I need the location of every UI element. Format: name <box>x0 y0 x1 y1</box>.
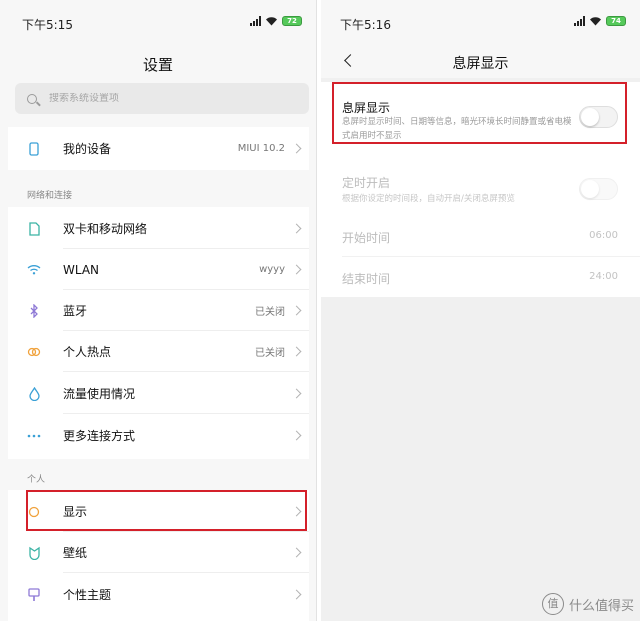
watermark-text: 什么值得买 <box>568 598 634 614</box>
divider <box>63 413 309 414</box>
phone-icon <box>27 141 41 156</box>
toggle-knob <box>581 180 599 198</box>
highlight-box-display <box>26 490 307 531</box>
chevron-right-icon <box>291 589 302 600</box>
battery-icon: 72 <box>282 16 302 26</box>
chevron-right-icon <box>291 388 302 399</box>
row-more-connections[interactable]: 更多连接方式 <box>8 415 309 456</box>
row-theme[interactable]: 个性主题 <box>8 574 309 615</box>
divider <box>63 371 309 372</box>
hotspot-icon <box>27 345 41 359</box>
chevron-right-icon <box>291 305 302 316</box>
wifi-status-icon <box>266 17 277 26</box>
status-bar: 下午5:15 72 <box>0 0 316 46</box>
chevron-right-icon <box>291 547 302 558</box>
row-value: 已关闭 <box>255 348 285 359</box>
status-time: 下午5:15 <box>22 18 73 32</box>
row-label: 个性主题 <box>63 588 112 602</box>
status-bar: 下午5:16 74 <box>321 0 640 46</box>
row-hotspot[interactable]: 个人热点 已关闭 <box>8 331 309 372</box>
row-data-usage[interactable]: 流量使用情况 <box>8 373 309 414</box>
scheduled-description: 根据你设定的时间段，自动开启/关闭息屏预览 <box>342 194 515 204</box>
status-icons: 72 <box>250 16 302 26</box>
signal-icon <box>250 16 261 26</box>
network-group: 双卡和移动网络 WLAN wyyy 蓝牙 已关闭 个人热点 已关闭 流量使用情况… <box>8 207 309 459</box>
nav-bar: 息屏显示 <box>321 46 640 78</box>
row-start-time[interactable]: 开始时间 06:00 <box>321 215 640 255</box>
theme-icon <box>27 587 41 602</box>
section-label-network: 网络和连接 <box>27 191 73 201</box>
wifi-icon <box>27 263 41 277</box>
chevron-right-icon <box>291 264 302 275</box>
chevron-right-icon <box>291 143 302 154</box>
row-end-time[interactable]: 结束时间 24:00 <box>321 257 640 297</box>
scheduled-title: 定时开启 <box>342 176 391 190</box>
start-time-value: 06:00 <box>589 230 618 241</box>
schedule-card: 定时开启 根据你设定的时间段，自动开启/关闭息屏预览 开始时间 06:00 结束… <box>321 163 640 297</box>
end-time-value: 24:00 <box>589 271 618 282</box>
row-label: 蓝牙 <box>63 304 88 318</box>
search-bar[interactable] <box>15 83 309 114</box>
row-label: 双卡和移动网络 <box>63 222 148 236</box>
row-label: 个人热点 <box>63 345 112 359</box>
divider <box>63 572 309 573</box>
row-value: MIUI 10.2 <box>237 143 285 154</box>
status-icons: 74 <box>574 16 626 26</box>
row-label: 更多连接方式 <box>63 429 136 443</box>
search-icon <box>27 93 37 104</box>
row-value: 已关闭 <box>255 307 285 318</box>
settings-screen: 下午5:15 72 设置 我的设备 MIUI 10.2 网络和连接 双卡 <box>0 0 317 621</box>
page-title: 息屏显示 <box>452 56 509 72</box>
always-on-display-screen: 下午5:16 74 息屏显示 息屏显示 息屏时显示时间、日期等信息，暗光环境长时… <box>321 0 640 621</box>
row-dual-sim[interactable]: 双卡和移动网络 <box>8 208 309 249</box>
row-label: 我的设备 <box>63 142 112 156</box>
watermark-logo: 值 <box>541 593 564 615</box>
status-time: 下午5:16 <box>340 18 391 32</box>
chevron-right-icon <box>291 223 302 234</box>
watermark: 值 什么值得买 <box>541 593 634 615</box>
section-label-personal: 个人 <box>27 475 46 485</box>
wallpaper-icon <box>27 546 41 560</box>
scheduled-toggle[interactable] <box>579 178 618 200</box>
row-my-device[interactable]: 我的设备 MIUI 10.2 <box>8 128 309 169</box>
row-wallpaper[interactable]: 壁纸 <box>8 532 309 573</box>
page-title: 设置 <box>0 46 316 82</box>
chevron-right-icon <box>291 430 302 441</box>
bluetooth-icon <box>27 303 41 318</box>
row-value: wyyy <box>259 264 285 275</box>
row-label: 流量使用情况 <box>63 387 136 401</box>
row-bluetooth[interactable]: 蓝牙 已关闭 <box>8 290 309 331</box>
row-label: 壁纸 <box>63 546 88 560</box>
more-dots-icon <box>27 429 41 443</box>
wifi-status-icon <box>590 17 601 26</box>
chevron-right-icon <box>291 346 302 357</box>
signal-icon <box>574 16 585 26</box>
page-title-text: 设置 <box>142 56 173 74</box>
end-time-label: 结束时间 <box>342 272 391 286</box>
battery-icon: 74 <box>606 16 626 26</box>
my-device-group: 我的设备 MIUI 10.2 <box>8 127 309 170</box>
search-input[interactable] <box>49 93 269 104</box>
row-label: WLAN <box>63 262 100 277</box>
row-wlan[interactable]: WLAN wyyy <box>8 249 309 290</box>
highlight-box-aod <box>332 82 627 144</box>
data-usage-icon <box>27 386 41 401</box>
start-time-label: 开始时间 <box>342 231 391 245</box>
sim-card-icon <box>27 221 41 236</box>
